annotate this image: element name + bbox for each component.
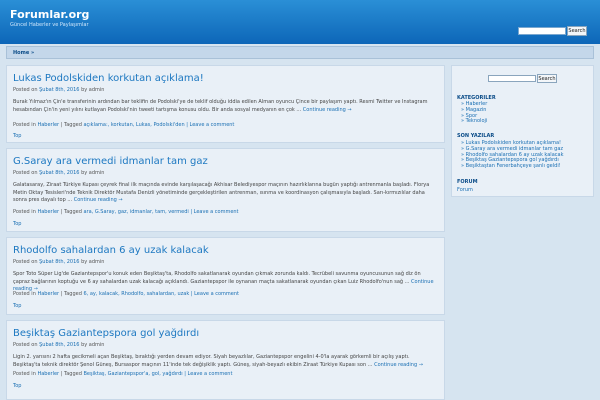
post-tags-links[interactable]: Beşiktaş, Gaziantepspor'a, gol, yağdırdı xyxy=(83,371,182,377)
posted-on-label: Posted on xyxy=(13,87,38,93)
posted-in-label: Posted in xyxy=(13,291,36,297)
post-title[interactable]: Beşiktaş Gaziantepspora gol yağdırdı xyxy=(13,328,199,339)
post-meta: Posted on Şubat 8th, 2016 by admin xyxy=(13,259,104,265)
post-tags-links[interactable]: açıklama:, korkutan, Lukas, Podolski'den xyxy=(83,122,184,128)
leave-comment-link[interactable]: | Leave a comment xyxy=(184,371,232,377)
posted-on-label: Posted on xyxy=(13,259,38,265)
post-footer: Posted in Haberler | Tagged açıklama:, k… xyxy=(13,122,234,128)
tagged-label: | Tagged xyxy=(60,209,82,215)
sidebar: Search KATEGORILER Haberler Magazin Spor… xyxy=(451,65,594,197)
posted-in-label: Posted in xyxy=(13,209,36,215)
post-date[interactable]: Şubat 8th, 2016 xyxy=(39,170,79,176)
post-tags-links[interactable]: ara, G.Saray, gaz, idmanlar, tam, vermed… xyxy=(83,209,188,215)
post-date[interactable]: Şubat 8th, 2016 xyxy=(39,87,79,93)
post-excerpt-text: Burak Yılmaz'ın Çin'e transferinin ardın… xyxy=(13,99,428,113)
nav-bar: Home » xyxy=(6,46,594,59)
post-meta: Posted on Şubat 8th, 2016 by admin xyxy=(13,170,104,176)
leave-comment-link[interactable]: | Leave a comment xyxy=(191,291,239,297)
post-card: Lukas Podolskiden korkutan açıklama! Pos… xyxy=(6,65,445,143)
post-excerpt: Ligin 2. yarısını 2 hafta gecikmeli açan… xyxy=(13,354,437,369)
post-category-link[interactable]: Haberler xyxy=(37,291,59,297)
post-date[interactable]: Şubat 8th, 2016 xyxy=(39,259,79,265)
nav-home-link[interactable]: Home » xyxy=(13,50,34,56)
post-author: by admin xyxy=(81,87,105,93)
post-footer: Posted in Haberler | Tagged 6, ay, kalac… xyxy=(13,291,239,297)
posted-on-label: Posted on xyxy=(13,342,38,348)
category-item[interactable]: Teknoloji xyxy=(461,119,488,125)
post-tags-links[interactable]: 6, ay, kalacak, Rhodolfo, sahalardan, uz… xyxy=(83,291,189,297)
sidebar-search-input[interactable] xyxy=(488,75,536,82)
leave-comment-link[interactable]: | Leave a comment xyxy=(190,209,238,215)
posted-on-label: Posted on xyxy=(13,170,38,176)
continue-reading-link[interactable]: Continue reading → xyxy=(74,197,123,203)
header-search-button[interactable]: Search xyxy=(567,26,587,36)
continue-reading-link[interactable]: Continue reading → xyxy=(303,107,352,113)
post-card: G.Saray ara vermedi idmanlar tam gaz Pos… xyxy=(6,148,445,232)
tagged-label: | Tagged xyxy=(60,291,82,297)
post-author: by admin xyxy=(81,170,105,176)
post-date[interactable]: Şubat 8th, 2016 xyxy=(39,342,79,348)
site-tagline: Güncel Haberler ve Paylaşımlar xyxy=(10,22,89,28)
post-title[interactable]: G.Saray ara vermedi idmanlar tam gaz xyxy=(13,156,208,167)
top-link[interactable]: Top xyxy=(13,303,21,309)
post-footer: Posted in Haberler | Tagged Beşiktaş, Ga… xyxy=(13,371,232,377)
top-link[interactable]: Top xyxy=(13,221,21,227)
post-title[interactable]: Rhodolfo sahalardan 6 ay uzak kalacak xyxy=(13,245,209,256)
forum-link[interactable]: Forum xyxy=(457,187,473,193)
sidebar-search-button[interactable]: Search xyxy=(537,74,557,83)
post-category-link[interactable]: Haberler xyxy=(37,371,59,377)
post-meta: Posted on Şubat 8th, 2016 by admin xyxy=(13,87,104,93)
post-excerpt: Burak Yılmaz'ın Çin'e transferinin ardın… xyxy=(13,99,437,114)
post-category-link[interactable]: Haberler xyxy=(37,209,59,215)
recent-posts-list: Lukas Podolskiden korkutan açıklama! G.S… xyxy=(461,140,564,170)
leave-comment-link[interactable]: | Leave a comment xyxy=(186,122,234,128)
post-author: by admin xyxy=(81,342,105,348)
post-excerpt-text: Spor Toto Süper Lig'de Gaziantepspor'u k… xyxy=(13,271,421,285)
post-excerpt: Galatasaray, Ziraat Türkiye Kupası çeyre… xyxy=(13,182,437,205)
categories-list: Haberler Magazin Spor Teknoloji xyxy=(461,101,488,125)
post-card: Rhodolfo sahalardan 6 ay uzak kalacak Po… xyxy=(6,237,445,315)
post-card: Beşiktaş Gaziantepspora gol yağdırdı Pos… xyxy=(6,320,445,400)
post-author: by admin xyxy=(81,259,105,265)
tagged-label: | Tagged xyxy=(60,122,82,128)
post-category-link[interactable]: Haberler xyxy=(37,122,59,128)
tagged-label: | Tagged xyxy=(60,371,82,377)
site-title[interactable]: Forumlar.org xyxy=(10,8,89,21)
continue-reading-link[interactable]: Continue reading → xyxy=(374,362,423,368)
posted-in-label: Posted in xyxy=(13,371,36,377)
top-link[interactable]: Top xyxy=(13,383,21,389)
forum-heading: FORUM xyxy=(457,179,478,185)
recent-posts-heading: SON YAZILAR xyxy=(457,133,495,139)
post-excerpt-text: Ligin 2. yarısını 2 hafta gecikmeli açan… xyxy=(13,354,410,368)
recent-post-item[interactable]: Beşiktaştan Fenerbahçeye şanlı geldi! xyxy=(461,163,563,170)
posted-in-label: Posted in xyxy=(13,122,36,128)
top-link[interactable]: Top xyxy=(13,133,21,139)
post-title[interactable]: Lukas Podolskiden korkutan açıklama! xyxy=(13,73,204,84)
header-search-input[interactable] xyxy=(518,27,566,35)
post-meta: Posted on Şubat 8th, 2016 by admin xyxy=(13,342,104,348)
post-footer: Posted in Haberler | Tagged ara, G.Saray… xyxy=(13,209,239,215)
site-header: Forumlar.org Güncel Haberler ve Paylaşım… xyxy=(0,0,600,44)
